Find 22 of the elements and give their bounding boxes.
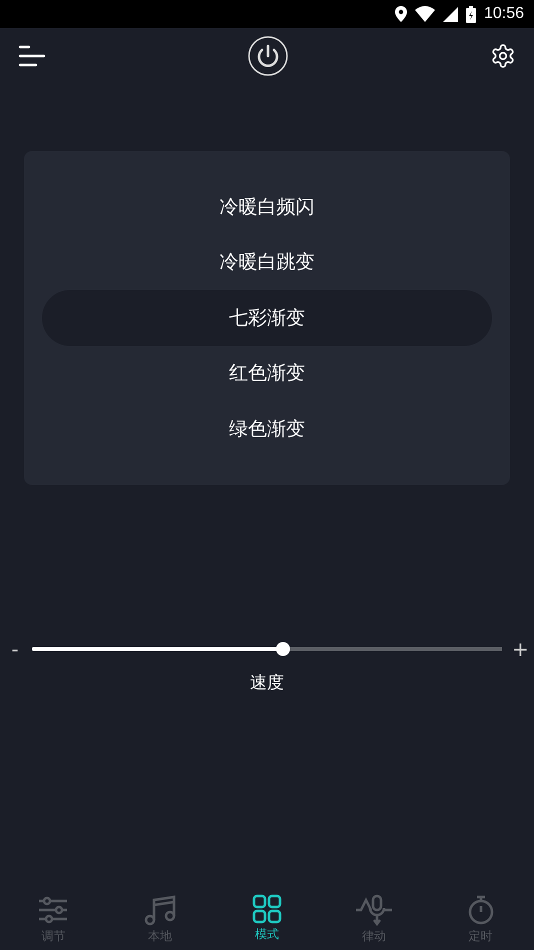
mode-item[interactable]: 七彩渐变 (42, 290, 492, 346)
grid-icon (252, 894, 282, 924)
mode-item[interactable]: 绿色渐变 (42, 401, 492, 456)
sliders-icon (37, 894, 70, 926)
slider-thumb[interactable] (276, 642, 290, 656)
speed-label: 速度 (249, 672, 285, 694)
mode-item[interactable]: 红色渐变 (42, 346, 492, 401)
wifi-icon (414, 6, 435, 22)
mode-item[interactable]: 冷暖白跳变 (42, 234, 492, 290)
music-note-icon (144, 894, 176, 926)
plus-button[interactable]: + (512, 637, 526, 661)
nav-tab[interactable]: 模式 (214, 888, 320, 950)
mode-item[interactable]: 冷暖白频闪 (42, 179, 492, 234)
settings-icon[interactable] (490, 43, 516, 69)
menu-icon[interactable] (18, 45, 46, 67)
battery-icon (466, 6, 476, 22)
location-icon (394, 6, 407, 22)
minus-button[interactable]: - (8, 637, 22, 661)
microphone-icon (354, 894, 393, 926)
signal-icon (442, 6, 458, 22)
power-button[interactable] (248, 36, 288, 76)
clock-time: 10:56 (484, 5, 524, 23)
